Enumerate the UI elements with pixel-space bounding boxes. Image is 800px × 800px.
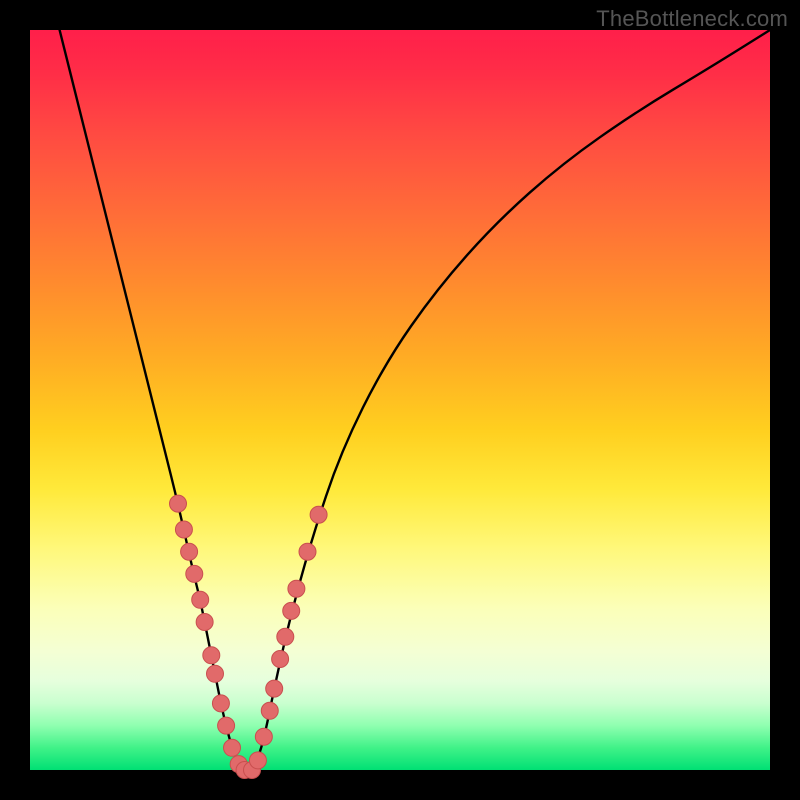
curve-marker [255,728,272,745]
curve-marker [207,665,224,682]
curve-marker [277,628,294,645]
curve-marker [288,580,305,597]
curve-marker [181,543,198,560]
curve-marker [299,543,316,560]
curve-marker [170,495,187,512]
curve-marker [266,680,283,697]
curve-marker [224,739,241,756]
curve-marker [175,521,192,538]
curve-marker [310,506,327,523]
curve-marker [192,591,209,608]
watermark-text: TheBottleneck.com [596,6,788,32]
curve-marker [283,602,300,619]
plot-area [30,30,770,770]
curve-marker [249,752,266,769]
curve-marker [203,647,220,664]
curve-marker [272,651,289,668]
curve-marker [212,695,229,712]
curve-marker [261,702,278,719]
curve-markers [170,495,328,778]
curve-marker [196,614,213,631]
curve-svg [30,30,770,770]
chart-frame: TheBottleneck.com [0,0,800,800]
curve-marker [218,717,235,734]
bottleneck-curve [60,30,770,770]
curve-marker [186,565,203,582]
